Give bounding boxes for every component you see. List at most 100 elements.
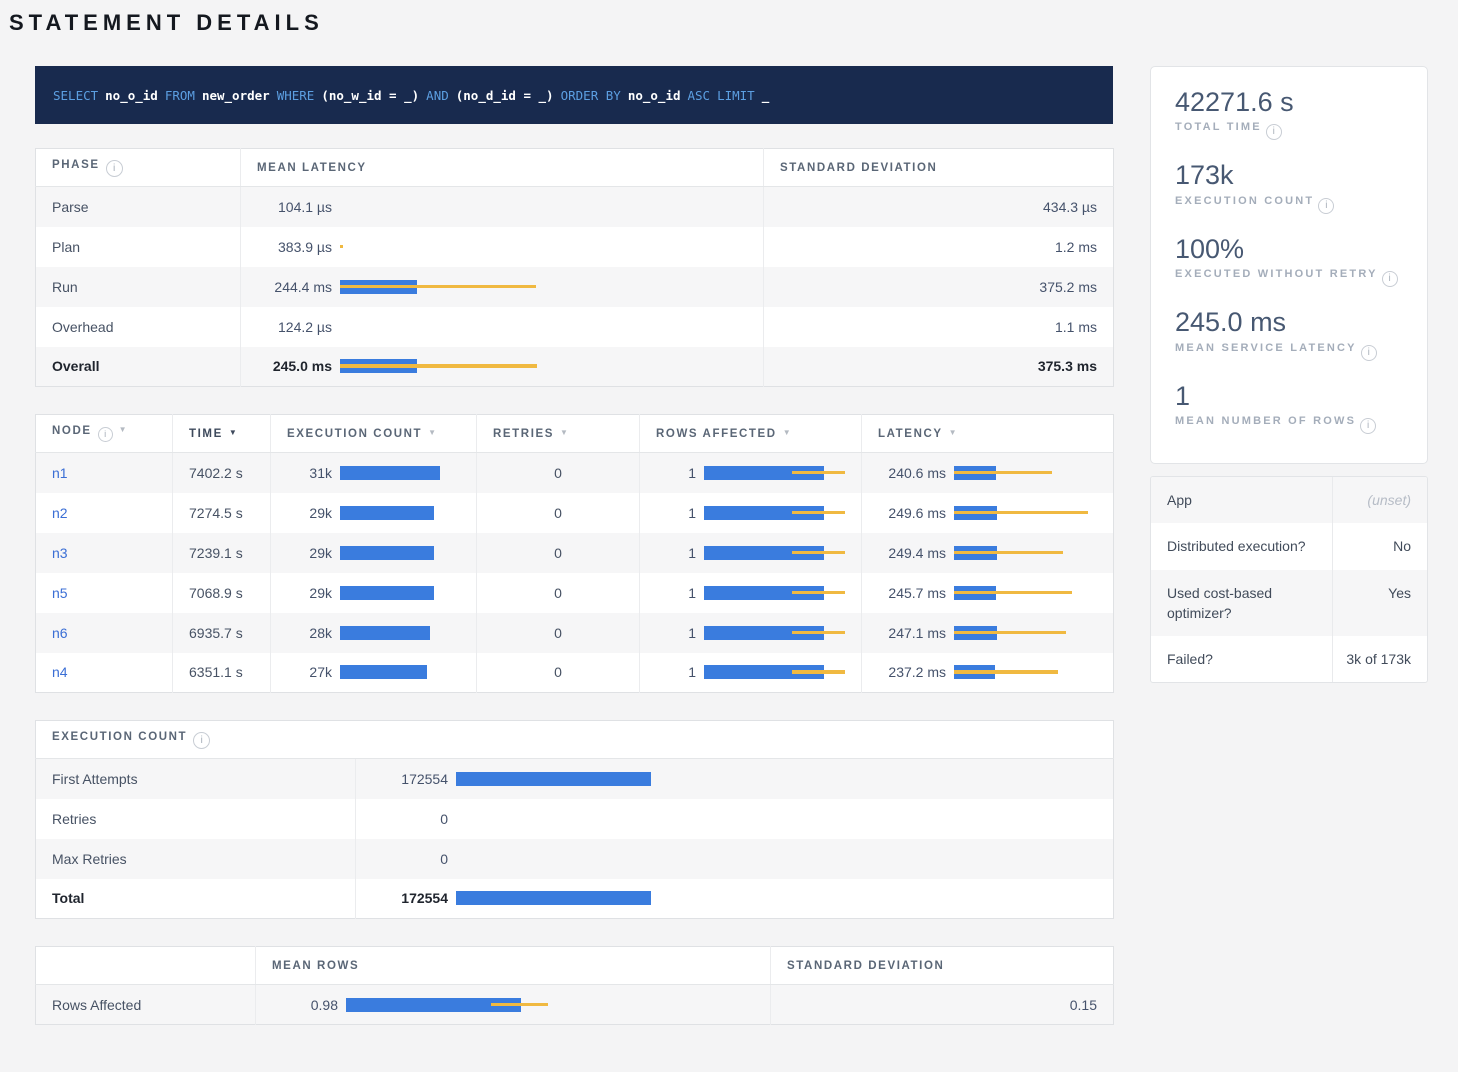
stat-label: EXECUTED WITHOUT RETRYi [1175,268,1403,287]
phase-mean-latency-value: 104.1 µs [257,199,332,215]
execution-count-row-value-cell: 0 [356,839,1114,879]
node-link[interactable]: n4 [52,664,68,680]
stddev-line [792,631,844,635]
nodes-header-latency[interactable]: Latency▼ [862,415,1114,453]
node-link[interactable]: n6 [52,625,68,641]
node-info-icon[interactable]: i [98,427,113,442]
rows-affected-value: 1 [656,545,696,561]
phase-stddev-cell: 434.3 µs [764,187,1114,227]
nodes-header-retries[interactable]: Retries▼ [477,415,640,453]
phase-row: Overhead 124.2 µs 1.1 ms [36,307,1114,347]
phase-stddev-value: 1.2 ms [1055,239,1097,255]
sql-token: WHERE [277,88,315,103]
rows-affected-bar-chart [704,506,849,520]
node-link[interactable]: n1 [52,465,68,481]
sort-arrow-icon[interactable]: ▼ [428,428,436,437]
nodes-table: Nodei ▼ Time▼ Execution Count▼ Retries▼ R… [35,414,1114,693]
sort-arrow-icon[interactable]: ▼ [560,428,568,437]
execution-count-row-label: Retries [36,799,356,839]
stat-label-text: MEAN SERVICE LATENCY [1175,342,1357,354]
stat-value: 42271.6 s [1175,86,1403,118]
execution-count-value: 31k [287,465,332,481]
stddev-line [954,511,1088,515]
node-link[interactable]: n2 [52,505,68,521]
execution-count-row-label: Total [36,879,356,919]
mean-rows-value: 0.98 [272,997,338,1013]
sidebar: 42271.6 s TOTAL TIMEi 173k EXECUTION COU… [1150,66,1428,683]
sort-arrow-icon[interactable]: ▼ [119,425,127,434]
node-header-label: Node [52,425,92,437]
detail-label: App [1151,477,1332,523]
node-row: n6 6935.7 s 28k 0 1 [36,613,1114,653]
count-bar [340,626,430,640]
nodes-table-body: n1 7402.2 s 31k 0 1 [36,453,1114,693]
execution-count-bar-chart [340,665,440,679]
node-id-cell: n2 [36,493,173,533]
sql-token: new_order [202,88,270,103]
phase-stddev-value: 434.3 µs [1043,199,1097,215]
node-latency-cell: 240.6 ms [862,453,1114,493]
execution-count-row: Retries 0 [36,799,1114,839]
rows-affected-header-row: Mean Rows Standard Deviation [36,947,1114,985]
phase-info-icon[interactable]: i [106,160,123,177]
mean-rows-cell: 0.98 [256,985,771,1025]
sort-arrow-icon[interactable]: ▼ [783,428,791,437]
sort-arrow-icon[interactable]: ▼ [229,428,237,437]
nodes-header-node[interactable]: Nodei ▼ [36,415,173,453]
stddev-line [340,285,536,289]
sql-token: _ [762,88,770,103]
phase-name: Overall [36,347,241,387]
latency-bar-chart [340,200,540,214]
execution-count-row-label: Max Retries [36,839,356,879]
sql-token: ASC [688,88,711,103]
node-time-cell: 7402.2 s [173,453,271,493]
execution-count-info-icon[interactable]: i [193,732,210,749]
phase-row: Plan 383.9 µs 1.2 ms [36,227,1114,267]
nodes-header-execution-count[interactable]: Execution Count▼ [271,415,477,453]
execution-count-bar-chart [340,546,440,560]
stat-info-icon[interactable]: i [1318,198,1334,214]
node-link[interactable]: n3 [52,545,68,561]
stat-block: 173k EXECUTION COUNTi [1175,159,1403,213]
node-link[interactable]: n5 [52,585,68,601]
execution-count-row-value-cell: 172554 [356,879,1114,919]
sort-arrow-icon[interactable]: ▼ [949,428,957,437]
node-latency-cell: 249.4 ms [862,533,1114,573]
rows-affected-stddev-header: Standard Deviation [771,947,1114,985]
detail-row: Used cost-based optimizer? Yes [1151,570,1427,637]
nodes-header-time[interactable]: Time▼ [173,415,271,453]
stat-label-text: EXECUTION COUNT [1175,195,1314,207]
stat-block: 1 MEAN NUMBER OF ROWSi [1175,380,1403,434]
execution-count-table-header: Execution Counti [36,721,1114,759]
node-row: n5 7068.9 s 29k 0 1 [36,573,1114,613]
node-retries-cell: 0 [477,613,640,653]
sql-token: no_o_id [628,88,681,103]
stat-info-icon[interactable]: i [1360,418,1376,434]
phases-header-phase: Phasei [36,149,241,187]
rows-affected-row: Rows Affected 0.98 0.15 [36,985,1114,1025]
nodes-header-rows-affected[interactable]: Rows Affected ▼ [640,415,862,453]
phase-mean-latency-cell: 244.4 ms [241,267,764,307]
stat-info-icon[interactable]: i [1382,271,1398,287]
rows-affected-bar-chart [704,466,849,480]
node-latency-cell: 237.2 ms [862,653,1114,693]
rows-affected-mean-header: Mean Rows [256,947,771,985]
stat-value: 1 [1175,380,1403,412]
stat-info-icon[interactable]: i [1361,345,1377,361]
stat-block: 245.0 ms MEAN SERVICE LATENCY i [1175,306,1403,360]
phase-name: Overhead [36,307,241,347]
rows-affected-header-label: Rows Affected [656,428,777,440]
latency-bar-chart [954,546,1094,560]
stat-info-icon[interactable]: i [1266,124,1282,140]
node-latency-cell: 249.6 ms [862,493,1114,533]
execution-count-row-value-cell: 172554 [356,759,1114,799]
stat-label: MEAN NUMBER OF ROWSi [1175,415,1403,434]
stddev-line [954,631,1066,635]
sql-token: ORDER BY [561,88,621,103]
node-time-cell: 7068.9 s [173,573,271,613]
phase-mean-latency-value: 383.9 µs [257,239,332,255]
sql-token: (no_d_id = _) [456,88,554,103]
execution-count-value: 28k [287,625,332,641]
stat-value: 245.0 ms [1175,306,1403,338]
latency-value: 249.4 ms [878,545,946,561]
